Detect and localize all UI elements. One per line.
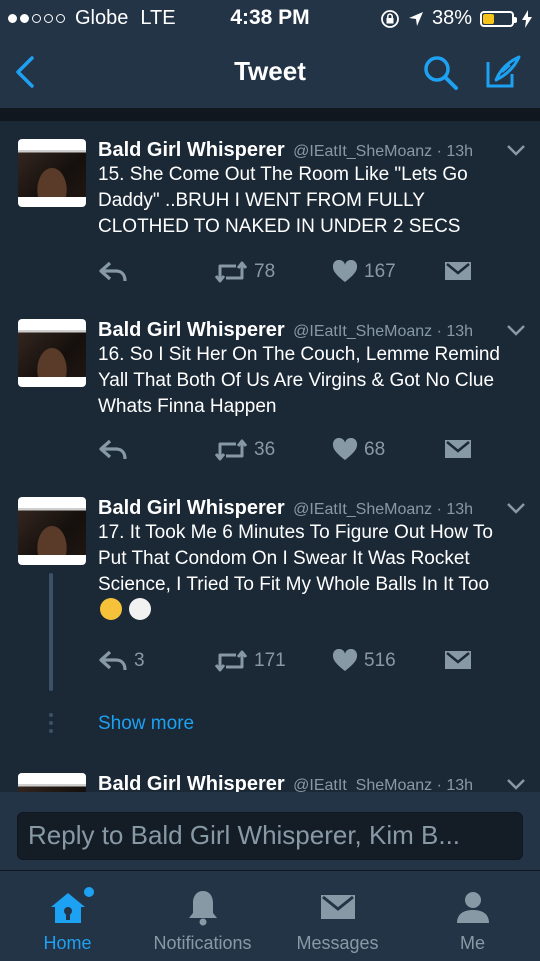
tweet-actions: 3 171 516 xyxy=(98,649,526,677)
reply-icon xyxy=(99,261,127,282)
reply-bar: Reply to Bald Girl Whisperer, Kim B... xyxy=(0,792,540,870)
tab-label: Notifications xyxy=(153,933,252,953)
tweet-time: · 13h xyxy=(436,501,474,518)
person-icon xyxy=(456,892,489,923)
direct-message-button[interactable] xyxy=(444,649,472,671)
direct-message-button[interactable] xyxy=(444,260,472,282)
reply-count: 3 xyxy=(134,650,145,671)
tweet-text: 16. So I Sit Her On The Couch, Lemme Rem… xyxy=(98,344,500,417)
bell-icon xyxy=(188,891,217,926)
like-count: 167 xyxy=(364,261,396,282)
location-arrow-icon xyxy=(408,11,423,26)
reply-button[interactable] xyxy=(98,438,128,462)
retweet-count: 171 xyxy=(254,650,286,671)
like-count: 516 xyxy=(364,650,396,671)
compose-icon[interactable] xyxy=(482,52,522,92)
tab-bar: Home Notifications Messages Me xyxy=(0,870,540,961)
status-indicators: 38% xyxy=(380,7,532,30)
show-more-link[interactable]: Show more xyxy=(98,713,194,735)
like-button[interactable]: 516 xyxy=(332,649,396,673)
envelope-icon xyxy=(320,895,355,919)
like-button[interactable]: 68 xyxy=(332,438,385,462)
retweet-icon xyxy=(214,439,248,461)
retweet-count: 78 xyxy=(254,261,276,282)
status-bar: Globe LTE 4:38 PM 38% xyxy=(0,0,540,36)
chevron-down-icon[interactable] xyxy=(506,777,526,791)
reply-button[interactable]: 3 xyxy=(98,649,145,673)
author-name[interactable]: Bald Girl Whisperer xyxy=(98,139,285,161)
tab-messages[interactable]: Messages xyxy=(270,871,405,961)
retweet-icon xyxy=(214,650,248,672)
author-handle[interactable]: @IEatIt_SheMoanz xyxy=(293,501,432,518)
author-name[interactable]: Bald Girl Whisperer xyxy=(98,497,285,519)
skull-emoji xyxy=(129,598,152,620)
heart-icon xyxy=(332,438,358,460)
thread-dots xyxy=(48,713,54,737)
envelope-icon xyxy=(445,440,471,458)
tweet-text-content: 17. It Took Me 6 Minutes To Figure Out H… xyxy=(98,522,493,595)
reply-button[interactable] xyxy=(98,260,128,284)
tweet-card[interactable]: Bald Girl Whisperer @IEatIt_SheMoanz · 1… xyxy=(0,755,540,795)
reply-icon xyxy=(99,439,127,460)
navigation-bar: Tweet xyxy=(0,36,540,109)
tweet-time: · 13h xyxy=(436,143,474,160)
new-content-badge xyxy=(84,887,94,897)
reply-icon xyxy=(99,650,127,671)
chevron-down-icon[interactable] xyxy=(506,323,526,337)
rotation-lock-icon xyxy=(381,9,399,28)
tweet-time: · 13h xyxy=(436,323,474,340)
heart-icon xyxy=(332,260,358,282)
retweet-icon xyxy=(214,261,248,283)
avatar[interactable] xyxy=(18,497,86,565)
retweet-count: 36 xyxy=(254,439,276,460)
envelope-icon xyxy=(445,651,471,669)
chevron-down-icon[interactable] xyxy=(506,143,526,157)
avatar[interactable] xyxy=(18,139,86,207)
tab-home[interactable]: Home xyxy=(0,871,135,961)
timeline-gap xyxy=(0,109,540,121)
retweet-button[interactable]: 36 xyxy=(214,438,275,462)
chevron-down-icon[interactable] xyxy=(506,501,526,515)
envelope-icon xyxy=(445,262,471,280)
tweet-card[interactable]: Bald Girl Whisperer @IEatIt_SheMoanz · 1… xyxy=(0,121,540,302)
tab-label: Me xyxy=(459,933,485,953)
tweet-text: 17. It Took Me 6 Minutes To Figure Out H… xyxy=(98,520,518,624)
retweet-button[interactable]: 171 xyxy=(214,649,286,673)
author-name[interactable]: Bald Girl Whisperer xyxy=(98,319,285,341)
reply-input[interactable]: Reply to Bald Girl Whisperer, Kim B... xyxy=(17,812,523,860)
direct-message-button[interactable] xyxy=(444,438,472,460)
tweet-actions: 36 68 xyxy=(98,438,526,466)
author-handle[interactable]: @IEatIt_SheMoanz xyxy=(293,323,432,340)
battery-percent: 38% xyxy=(431,7,472,29)
author-handle[interactable]: @IEatIt_SheMoanz xyxy=(293,143,432,160)
charging-bolt-icon xyxy=(522,9,532,28)
like-button[interactable]: 167 xyxy=(332,260,396,284)
thread-line xyxy=(49,573,53,691)
tweet-card[interactable]: Bald Girl Whisperer @IEatIt_SheMoanz · 1… xyxy=(0,301,540,480)
like-count: 68 xyxy=(364,439,386,460)
crying-face-emoji xyxy=(100,598,122,620)
tab-me[interactable]: Me xyxy=(405,871,540,961)
tweet-text: 15. She Come Out The Room Like "Lets Go … xyxy=(98,164,468,237)
tab-notifications[interactable]: Notifications xyxy=(135,871,270,961)
tab-label: Home xyxy=(43,933,92,953)
tweet-card[interactable]: Bald Girl Whisperer @IEatIt_SheMoanz · 1… xyxy=(0,479,540,756)
battery-icon xyxy=(480,10,517,27)
home-icon xyxy=(50,893,85,923)
tab-label: Messages xyxy=(296,933,379,953)
tweet-actions: 78 167 xyxy=(98,260,526,288)
avatar[interactable] xyxy=(18,319,86,387)
heart-icon xyxy=(332,649,358,671)
search-icon[interactable] xyxy=(420,52,460,92)
retweet-button[interactable]: 78 xyxy=(214,260,275,284)
